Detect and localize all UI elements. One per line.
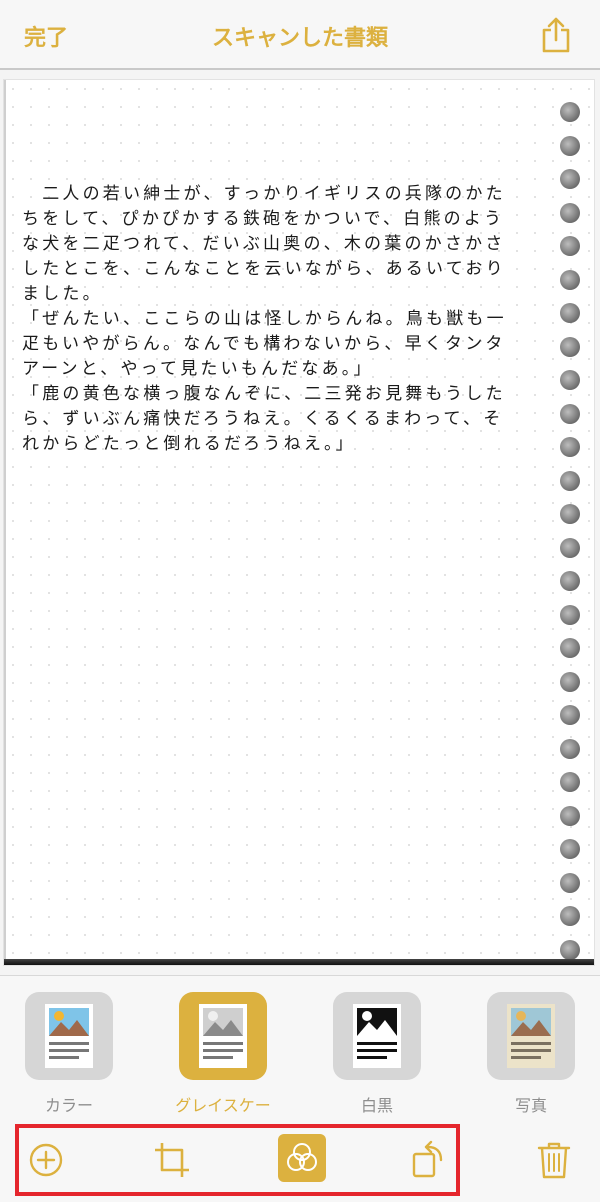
photo-document-icon xyxy=(507,1004,555,1068)
binder-hole xyxy=(560,135,580,156)
binder-hole xyxy=(560,336,580,357)
rotate-icon xyxy=(412,1140,443,1178)
binder-hole xyxy=(560,303,580,323)
binder-hole xyxy=(560,202,580,223)
color-document-icon xyxy=(45,1004,93,1068)
page-bottom-edge xyxy=(4,959,594,965)
binder-hole xyxy=(560,839,580,859)
binder-hole xyxy=(560,638,580,658)
delete-button[interactable] xyxy=(532,1138,576,1182)
filter-label: カラー xyxy=(44,1096,93,1115)
binder-hole xyxy=(560,805,580,826)
binder-hole xyxy=(560,906,580,926)
bw-document-icon xyxy=(353,1004,401,1068)
page-title: スキャンした書類 xyxy=(211,26,388,51)
crop-icon xyxy=(155,1143,189,1177)
document-preview[interactable]: 二人の若い紳士が、すっかりイギリスの兵隊のかた ちをして、ぴかぴかする鉄砲をかつ… xyxy=(0,70,600,975)
text-line: 「鹿の黄色な横っ腹なんぞに、二三発お見舞もうした xyxy=(22,384,506,404)
binder-hole xyxy=(560,236,580,256)
filter-grayscale[interactable]: グレイスケール xyxy=(168,992,278,1140)
share-icon xyxy=(542,17,570,53)
binder-hole xyxy=(560,537,580,558)
filters-button[interactable] xyxy=(278,1134,326,1182)
filter-color[interactable]: カラー xyxy=(14,992,124,1116)
binder-hole xyxy=(560,571,580,591)
binder-hole xyxy=(560,872,580,893)
text-line: な犬を二疋つれて、だいぶ山奥の、木の葉のかさかさ xyxy=(22,234,506,254)
binder-hole xyxy=(560,269,580,290)
binder-hole xyxy=(560,705,580,725)
scanned-page: 二人の若い紳士が、すっかりイギリスの兵隊のかた ちをして、ぴかぴかする鉄砲をかつ… xyxy=(4,80,594,965)
page-edge xyxy=(4,80,6,965)
filter-thumb xyxy=(333,992,421,1080)
binder-hole xyxy=(560,102,580,122)
add-scan-button[interactable] xyxy=(24,1138,68,1182)
filter-label: 白黒 xyxy=(360,1096,393,1115)
text-line: れからどたっと倒れるだろうねえ。」 xyxy=(22,434,356,454)
text-line: ました。 xyxy=(22,284,103,304)
highlight-annotation xyxy=(15,1124,460,1196)
share-button[interactable] xyxy=(540,16,572,54)
add-circle-icon xyxy=(29,1143,63,1177)
bottom-toolbar xyxy=(0,1120,600,1202)
rotate-button[interactable] xyxy=(406,1138,450,1182)
text-line: 「ぜんたい、ここらの山は怪しからんね。鳥も獣も一 xyxy=(22,309,507,329)
filter-black-white[interactable]: 白黒 xyxy=(322,992,432,1116)
binder-hole xyxy=(560,169,580,189)
binder-hole xyxy=(560,437,580,457)
binder-hole xyxy=(560,470,580,491)
navigation-bar: 完了 スキャンした書類 xyxy=(0,0,600,70)
handwritten-text: 二人の若い紳士が、すっかりイギリスの兵隊のかた ちをして、ぴかぴかする鉄砲をかつ… xyxy=(22,182,547,457)
filter-thumb xyxy=(179,992,267,1080)
filter-thumb xyxy=(487,992,575,1080)
binder-hole xyxy=(560,772,580,792)
binder-hole xyxy=(560,738,580,759)
binder-hole xyxy=(560,939,580,960)
binder-hole xyxy=(560,370,580,390)
filter-photo[interactable]: 写真 xyxy=(476,992,586,1116)
binder-hole xyxy=(560,504,580,524)
binder-hole xyxy=(560,604,580,625)
filter-thumb xyxy=(25,992,113,1080)
filter-strip: カラー グレイスケール xyxy=(0,975,600,1139)
filters-icon xyxy=(278,1134,326,1182)
filter-label: 写真 xyxy=(514,1096,547,1115)
binder-hole xyxy=(560,403,580,424)
text-line: 二人の若い紳士が、すっかりイギリスの兵隊のかた xyxy=(22,184,506,204)
text-line: アーンと、やって見たいもんだなあ。」 xyxy=(22,359,374,379)
text-line: 疋もいやがらん。なんでも構わないから、早くタンタ xyxy=(22,334,506,354)
crop-button[interactable] xyxy=(150,1138,194,1182)
binder-holes xyxy=(560,102,584,960)
text-line: したとこを、こんなことを云いながら、あるいており xyxy=(22,259,506,279)
trash-icon xyxy=(537,1142,571,1179)
grayscale-document-icon xyxy=(199,1004,247,1068)
binder-hole xyxy=(560,671,580,692)
text-line: ちをして、ぴかぴかする鉄砲をかついで、白熊のよう xyxy=(22,209,505,229)
text-line: ら、ずいぶん痛快だろうねえ。くるくるまわって、そ xyxy=(22,409,504,429)
